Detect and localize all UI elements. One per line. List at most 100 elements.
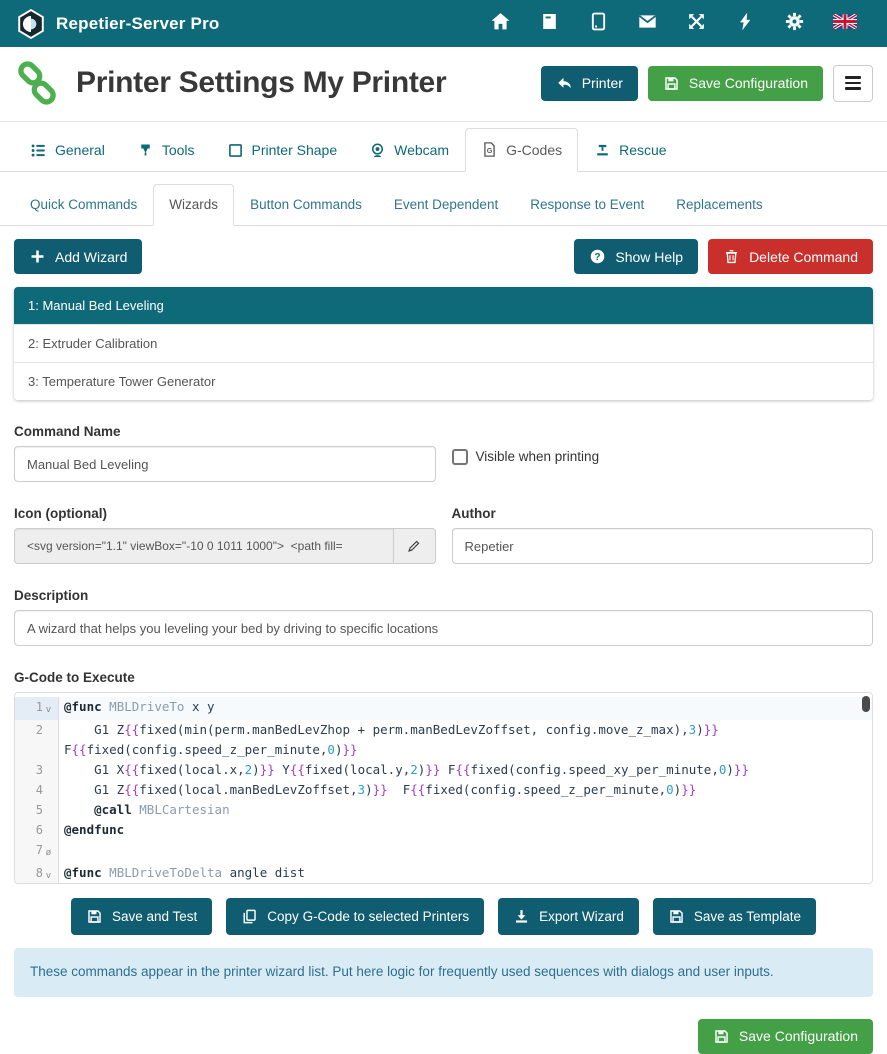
sub-tabs: Quick CommandsWizardsButton CommandsEven… [0, 184, 887, 226]
author-label: Author [452, 506, 874, 521]
flag-uk-icon[interactable] [819, 8, 871, 40]
save-as-template-button[interactable]: Save as Template [653, 898, 816, 935]
tab-tools[interactable]: Tools [121, 128, 211, 172]
delete-command-button[interactable]: Delete Command [708, 239, 873, 274]
footer-save-configuration-button[interactable]: Save Configuration [698, 1019, 873, 1054]
bottom-actions: Save and Test Copy G-Code to selected Pri… [0, 898, 887, 935]
trash-icon [723, 248, 740, 265]
save-and-test-button[interactable]: Save and Test [71, 898, 212, 935]
menu-button[interactable] [833, 65, 873, 102]
tab-g-codes[interactable]: GG-Codes [465, 128, 578, 172]
tab-rescue[interactable]: Rescue [578, 128, 682, 172]
wizard-form: Command Name Visible when printing Icon … [0, 400, 887, 884]
show-help-button[interactable]: ? Show Help [574, 239, 698, 274]
code-line[interactable]: 6@endfunc [15, 820, 872, 840]
tab-general[interactable]: General [14, 128, 121, 172]
brand-title: Repetier-Server Pro [56, 14, 219, 34]
gcode-editor[interactable]: 1v@func MBLDriveTo x y2 G1 Z{{fixed(min(… [14, 692, 873, 884]
copy-icon [241, 908, 258, 925]
svg-text:?: ? [595, 252, 601, 263]
home-icon[interactable] [476, 5, 525, 43]
line-number: 4 [15, 780, 59, 800]
visible-when-printing-label: Visible when printing [476, 449, 600, 464]
visible-when-printing-checkbox[interactable] [452, 449, 468, 465]
line-number: 5 [15, 800, 59, 820]
edit-icon-button[interactable] [394, 528, 435, 564]
rescue-icon [594, 142, 611, 159]
code-lines: 1v@func MBLDriveTo x y2 G1 Z{{fixed(min(… [15, 697, 872, 884]
author-input[interactable] [452, 528, 874, 564]
command-name-input[interactable] [14, 446, 436, 482]
navbar-icons [476, 5, 871, 43]
copy-g-code-to-selected-printers-button[interactable]: Copy G-Code to selected Printers [226, 898, 484, 935]
tablet-icon[interactable] [574, 5, 623, 43]
wizard-list: 1: Manual Bed Leveling2: Extruder Calibr… [14, 287, 873, 400]
line-number: 3 [15, 760, 59, 780]
command-name-label: Command Name [14, 424, 436, 439]
tab-webcam[interactable]: Webcam [353, 128, 465, 172]
wizard-list-item[interactable]: 2: Extruder Calibration [14, 324, 873, 362]
export-wizard-button[interactable]: Export Wizard [498, 898, 639, 935]
nozzle-icon [137, 142, 154, 159]
download-icon [513, 908, 530, 925]
tab-printer-shape[interactable]: Printer Shape [211, 128, 354, 172]
printer-icon[interactable] [525, 5, 574, 43]
info-message: These commands appear in the printer wiz… [14, 948, 873, 997]
add-wizard-button[interactable]: Add Wizard [14, 239, 142, 274]
code-line[interactable]: 2 G1 Z{{fixed(min(perm.manBedLevZhop + p… [15, 720, 872, 760]
brand[interactable]: Repetier-Server Pro [16, 9, 219, 39]
subtab-event-dependent[interactable]: Event Dependent [378, 184, 514, 226]
line-number: 7ø [15, 840, 59, 863]
gear-icon[interactable] [770, 5, 819, 43]
gcode-label: G-Code to Execute [14, 670, 873, 685]
list-icon [30, 142, 47, 159]
main-tabs: GeneralToolsPrinter ShapeWebcamGG-CodesR… [0, 128, 887, 172]
editor-scrollbar[interactable] [862, 696, 870, 712]
subtab-wizards[interactable]: Wizards [153, 184, 234, 226]
subtab-response-to-event[interactable]: Response to Event [514, 184, 660, 226]
save-icon [86, 908, 103, 925]
back-arrow-icon [556, 75, 573, 92]
bolt-icon[interactable] [721, 5, 770, 43]
subtab-replacements[interactable]: Replacements [660, 184, 778, 226]
pencil-icon [406, 538, 422, 554]
square-icon [227, 142, 244, 159]
save-icon [663, 75, 680, 92]
wizard-list-item[interactable]: 1: Manual Bed Leveling [14, 287, 873, 324]
description-label: Description [14, 588, 873, 603]
app-logo-icon [16, 9, 46, 39]
wizard-list-item[interactable]: 3: Temperature Tower Generator [14, 362, 873, 400]
code-line[interactable]: 8v@func MBLDriveToDelta angle dist [15, 863, 872, 884]
navbar: Repetier-Server Pro [0, 0, 887, 47]
hamburger-icon [845, 76, 861, 79]
code-line[interactable]: 5 @call MBLCartesian [15, 800, 872, 820]
gcode-file-icon: G [481, 141, 498, 158]
description-input[interactable] [14, 610, 873, 646]
save-icon [668, 908, 685, 925]
chain-link-icon [14, 60, 60, 106]
wizard-toolbar: Add Wizard ? Show Help Delete Command [0, 239, 887, 274]
save-icon [713, 1028, 730, 1045]
code-line[interactable]: 7ø [15, 840, 872, 863]
subtab-button-commands[interactable]: Button Commands [234, 184, 378, 226]
mail-icon[interactable] [623, 5, 672, 43]
code-line[interactable]: 4 G1 Z{{fixed(local.manBedLevZoffset,3)}… [15, 780, 872, 800]
expand-arrows-icon[interactable] [672, 5, 721, 43]
icon-label: Icon (optional) [14, 506, 436, 521]
page-header: Printer Settings My Printer Printer Save… [0, 47, 887, 122]
subtab-quick-commands[interactable]: Quick Commands [14, 184, 153, 226]
printer-button[interactable]: Printer [541, 66, 638, 101]
webcam-icon [369, 142, 386, 159]
line-number: 2 [15, 720, 59, 760]
code-line[interactable]: 3 G1 X{{fixed(local.x,2)}} Y{{fixed(loca… [15, 760, 872, 780]
plus-icon [29, 248, 46, 265]
code-line[interactable]: 1v@func MBLDriveTo x y [15, 697, 872, 720]
icon-svg-input[interactable] [14, 528, 394, 564]
question-icon: ? [589, 248, 606, 265]
save-configuration-button[interactable]: Save Configuration [648, 66, 823, 101]
line-number: 8v [15, 863, 59, 884]
line-number: 1v [15, 697, 59, 720]
svg-text:G: G [487, 146, 493, 155]
page-title: Printer Settings My Printer [76, 66, 446, 100]
line-number: 6 [15, 820, 59, 840]
